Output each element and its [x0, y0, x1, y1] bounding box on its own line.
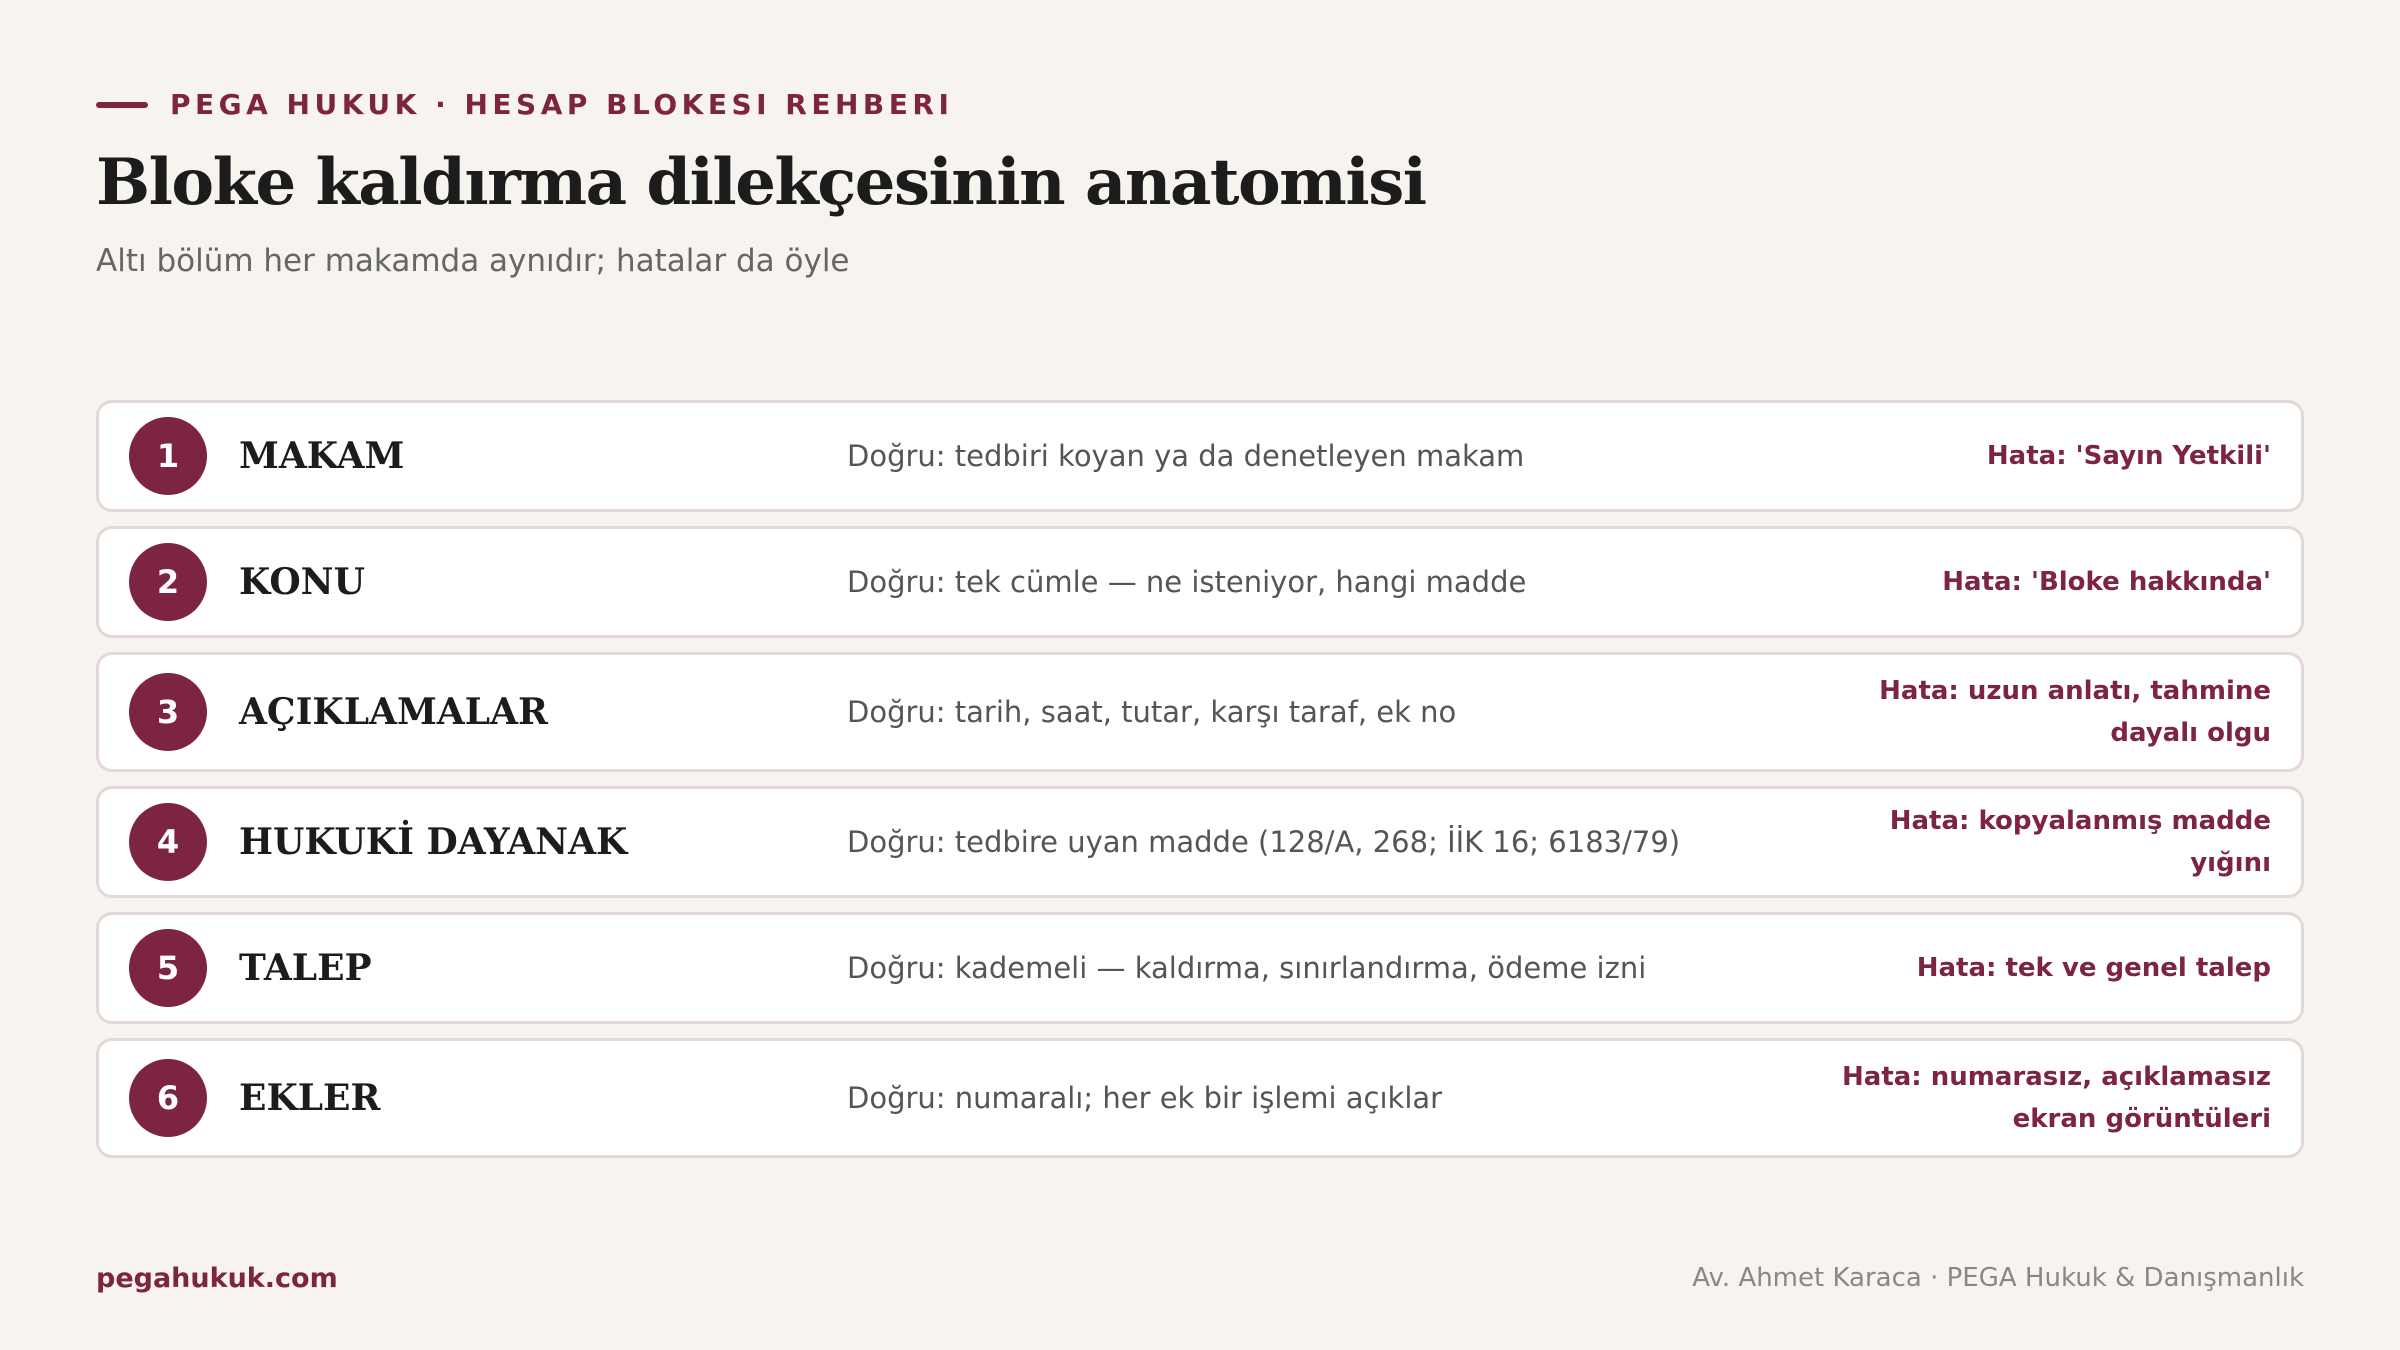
footer-website: pegahukuk.com: [96, 1263, 338, 1294]
section-number: 4: [129, 803, 207, 881]
error-description: Hata: kopyalanmış madde yığını: [1889, 806, 2271, 878]
section-row-makam: 1 MAKAM Doğru: tedbiri koyan ya da denet…: [96, 400, 2304, 512]
section-number: 1: [129, 417, 207, 495]
correct-description: Doğru: tarih, saat, tutar, karşı taraf, …: [847, 695, 1457, 729]
correct-description: Doğru: tedbiri koyan ya da denetleyen ma…: [847, 439, 1525, 473]
error-description: Hata: numarasız, açıklamasız ekran görün…: [1842, 1062, 2271, 1134]
footer-author: Av. Ahmet Karaca · PEGA Hukuk & Danışman…: [1692, 1263, 2304, 1293]
correct-description: Doğru: numaralı; her ek bir işlemi açıkl…: [847, 1081, 1443, 1115]
page-title: Bloke kaldırma dilekçesinin anatomisi: [96, 145, 1427, 220]
page-subtitle: Altı bölüm her makamda aynıdır; hatalar …: [96, 243, 850, 279]
correct-description: Doğru: tedbire uyan madde (128/A, 268; İ…: [847, 825, 1681, 859]
eyebrow-accent-line: [96, 101, 148, 108]
section-row-ekler: 6 EKLER Doğru: numaralı; her ek bir işle…: [96, 1038, 2304, 1158]
section-number: 2: [129, 543, 207, 621]
section-label: AÇIKLAMALAR: [239, 691, 548, 733]
section-number: 5: [129, 929, 207, 1007]
section-label: HUKUKİ DAYANAK: [239, 821, 628, 863]
section-row-konu: 2 KONU Doğru: tek cümle — ne isteniyor, …: [96, 526, 2304, 638]
eyebrow: PEGA HUKUK · HESAP BLOKESI REHBERI: [96, 88, 953, 121]
error-description: Hata: 'Sayın Yetkili': [1986, 441, 2271, 471]
correct-description: Doğru: kademeli — kaldırma, sınırlandırm…: [847, 951, 1647, 985]
eyebrow-text: PEGA HUKUK · HESAP BLOKESI REHBERI: [170, 88, 954, 121]
section-label: KONU: [239, 561, 365, 603]
section-label: TALEP: [239, 947, 372, 989]
section-row-hukuki-dayanak: 4 HUKUKİ DAYANAK Doğru: tedbire uyan mad…: [96, 786, 2304, 898]
error-description: Hata: uzun anlatı, tahmine dayalı olgu: [1879, 676, 2271, 748]
section-number: 3: [129, 673, 207, 751]
section-label: MAKAM: [239, 435, 405, 477]
section-number: 6: [129, 1059, 207, 1137]
error-description: Hata: tek ve genel talep: [1916, 953, 2271, 983]
error-description: Hata: 'Bloke hakkında': [1942, 567, 2271, 597]
correct-description: Doğru: tek cümle — ne isteniyor, hangi m…: [847, 565, 1527, 599]
section-label: EKLER: [239, 1077, 381, 1119]
section-row-aciklamalar: 3 AÇIKLAMALAR Doğru: tarih, saat, tutar,…: [96, 652, 2304, 772]
section-row-talep: 5 TALEP Doğru: kademeli — kaldırma, sını…: [96, 912, 2304, 1024]
